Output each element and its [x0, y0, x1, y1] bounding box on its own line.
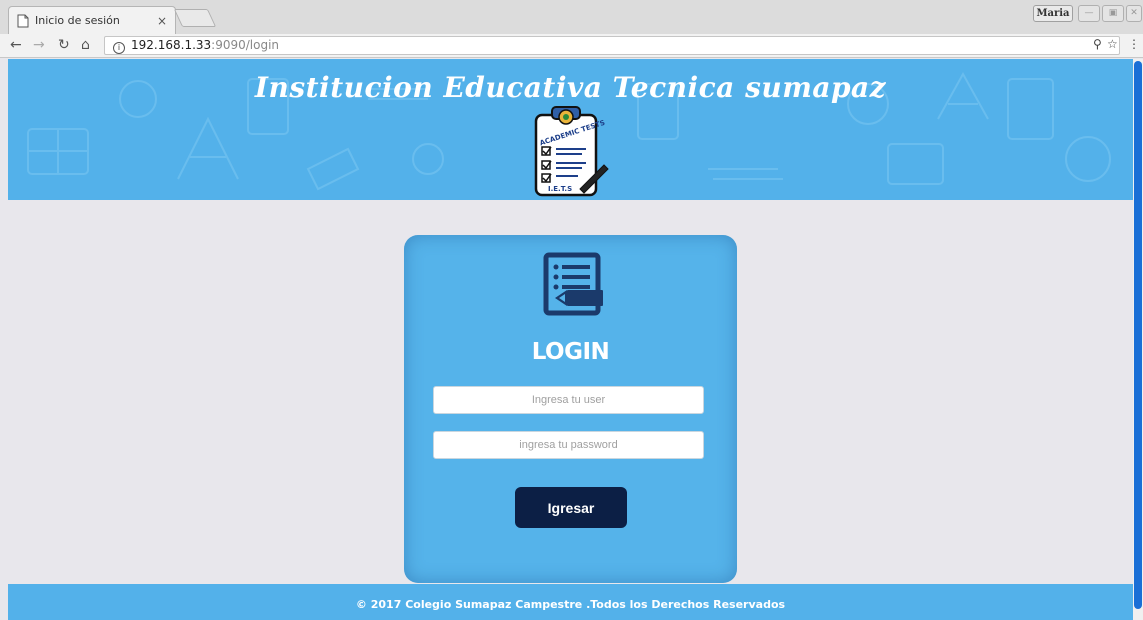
site-info-icon[interactable]: i [113, 42, 125, 54]
menu-icon[interactable]: ⋮ [1128, 37, 1140, 51]
scrollbar-thumb[interactable] [1134, 61, 1142, 609]
browser-toolbar: ← → ↻ ⌂ i 192.168.1.33:9090/login ⚲ ☆ ⋮ [0, 34, 1143, 58]
login-title: LOGIN [531, 339, 610, 365]
login-submit-button[interactable]: Igresar [515, 487, 627, 528]
browser-tab[interactable]: Inicio de sesión × [8, 6, 176, 34]
password-input[interactable] [433, 431, 704, 459]
address-bar[interactable]: i 192.168.1.33:9090/login [104, 36, 1120, 55]
forward-icon[interactable]: → [33, 37, 45, 53]
site-footer: © 2017 Colegio Sumapaz Campestre .Todos … [8, 584, 1133, 620]
new-tab-button[interactable] [173, 9, 217, 27]
site-header: Institucion Educativa Tecnica sumapaz AC… [8, 59, 1133, 200]
tab-title: Inicio de sesión [35, 14, 120, 27]
minimize-icon[interactable]: — [1078, 5, 1100, 22]
user-input[interactable] [433, 386, 704, 414]
academic-tests-logo: ACADEMIC TESTS I.E.T.S [534, 106, 609, 197]
close-window-icon[interactable]: ✕ [1126, 5, 1142, 22]
key-icon[interactable]: ⚲ [1093, 37, 1102, 51]
back-icon[interactable]: ← [10, 37, 22, 53]
profile-button[interactable]: Maria [1033, 5, 1073, 22]
footer-copyright: © 2017 Colegio Sumapaz Campestre .Todos … [355, 598, 786, 611]
browser-titlebar: Inicio de sesión × Maria — ▣ ✕ [0, 0, 1143, 34]
url-host: 192.168.1.33 [131, 38, 212, 52]
page-scrollbar[interactable] [1133, 59, 1143, 620]
document-pencil-icon [543, 252, 603, 316]
login-card: LOGIN Igresar [404, 235, 737, 583]
home-icon[interactable]: ⌂ [81, 37, 90, 53]
maximize-icon[interactable]: ▣ [1102, 5, 1124, 22]
tab-close-icon[interactable]: × [157, 14, 167, 28]
reload-icon[interactable]: ↻ [58, 37, 70, 53]
url-path: :9090/login [211, 38, 280, 52]
site-title: Institucion Educativa Tecnica sumapaz [254, 71, 887, 104]
page-icon [17, 14, 29, 27]
bookmark-star-icon[interactable]: ☆ [1107, 37, 1118, 51]
logo-caption-bottom: I.E.T.S [548, 185, 572, 193]
